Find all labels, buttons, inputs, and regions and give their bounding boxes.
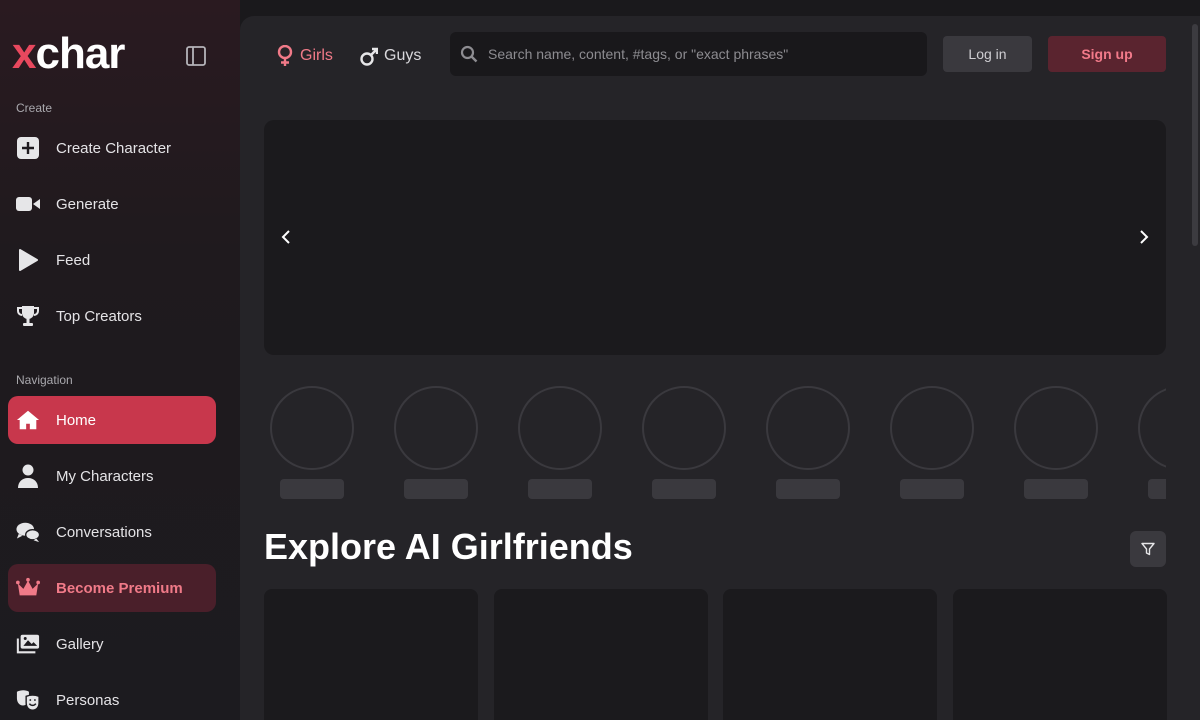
plus-square-icon [16, 136, 40, 160]
search-input[interactable] [488, 46, 908, 62]
crown-icon [16, 576, 40, 600]
login-button[interactable]: Log in [943, 36, 1032, 72]
sidebar-item-label: My Characters [56, 467, 154, 485]
chevron-left-icon [281, 230, 290, 244]
play-icon [16, 248, 40, 272]
sidebar-item-home[interactable]: Home [8, 396, 216, 444]
logo-x: x [12, 29, 37, 78]
images-icon [16, 632, 40, 656]
stories-row [264, 386, 1166, 506]
sidebar-item-label: Home [56, 411, 97, 429]
filter-button[interactable] [1130, 531, 1166, 567]
story-avatar-skeleton [394, 386, 478, 470]
story-name-skeleton [900, 479, 964, 499]
story-name-skeleton [528, 479, 592, 499]
trophy-icon [16, 304, 40, 328]
story-name-skeleton [1148, 479, 1166, 499]
story-avatar-skeleton [642, 386, 726, 470]
story-placeholder[interactable] [760, 386, 850, 499]
section-title: Explore AI Girlfriends [264, 526, 633, 567]
search-icon [460, 45, 478, 63]
story-name-skeleton [404, 479, 468, 499]
sidebar-item-label: Generate [56, 195, 119, 213]
theater-masks-icon [16, 688, 40, 712]
story-avatar-skeleton [890, 386, 974, 470]
story-name-skeleton [652, 479, 716, 499]
story-name-skeleton [280, 479, 344, 499]
brand-logo[interactable]: x char [12, 29, 125, 78]
user-icon [16, 464, 40, 488]
sidebar-item-generate[interactable]: Generate [8, 180, 216, 228]
carousel-prev-button[interactable] [276, 227, 296, 247]
story-placeholder[interactable] [512, 386, 602, 499]
search-bar [450, 32, 927, 76]
sidebar-item-label: Gallery [56, 635, 104, 653]
tab-label: Guys [384, 47, 422, 64]
tab-label: Girls [300, 47, 333, 64]
sidebar-item-become-premium[interactable]: Become Premium [8, 564, 216, 612]
carousel-next-button[interactable] [1134, 227, 1154, 247]
sidebar-item-label: Conversations [56, 523, 152, 541]
story-avatar-skeleton [1138, 386, 1166, 470]
video-camera-icon [16, 192, 40, 216]
home-icon [16, 408, 40, 432]
male-icon [360, 47, 378, 66]
sidebar-item-label: Personas [56, 691, 120, 709]
sidebar-item-feed[interactable]: Feed [8, 236, 216, 284]
tab-girls[interactable]: Girls [276, 44, 333, 68]
sidebar-item-gallery[interactable]: Gallery [8, 620, 216, 668]
story-placeholder[interactable] [264, 386, 354, 499]
story-avatar-skeleton [766, 386, 850, 470]
filter-icon [1141, 542, 1155, 556]
sidebar-item-label: Become Premium [56, 579, 183, 597]
character-card-skeleton[interactable] [494, 589, 708, 720]
sidebar-item-label: Feed [56, 251, 91, 269]
page-scrollbar-thumb[interactable] [1192, 24, 1198, 246]
character-card-skeleton[interactable] [264, 589, 478, 720]
chevron-right-icon [1140, 230, 1149, 244]
story-avatar-skeleton [270, 386, 354, 470]
story-name-skeleton [776, 479, 840, 499]
sidebar-toggle-icon [186, 46, 206, 66]
sidebar-item-personas[interactable]: Personas [8, 676, 216, 720]
story-avatar-skeleton [1014, 386, 1098, 470]
sidebar-item-label: Top Creators [56, 307, 142, 325]
main-panel: Girls Guys Log in Sign up Explore AI Gir… [240, 16, 1200, 720]
sidebar-item-create-character[interactable]: Create Character [8, 124, 216, 172]
character-card-skeleton[interactable] [953, 589, 1167, 720]
story-placeholder[interactable] [636, 386, 726, 499]
chat-bubbles-icon [16, 520, 40, 544]
sidebar-item-top-creators[interactable]: Top Creators [8, 292, 216, 340]
story-avatar-skeleton [518, 386, 602, 470]
story-placeholder[interactable] [884, 386, 974, 499]
story-name-skeleton [1024, 479, 1088, 499]
sidebar-item-label: Create Character [56, 139, 172, 157]
featured-carousel [264, 120, 1166, 355]
character-card-skeleton[interactable] [723, 589, 937, 720]
story-placeholder[interactable] [1132, 386, 1166, 499]
story-placeholder[interactable] [1008, 386, 1098, 499]
sidebar-collapse-button[interactable] [184, 44, 208, 68]
tab-guys[interactable]: Guys [360, 44, 421, 68]
female-icon [277, 45, 293, 66]
logo-text: char [35, 29, 125, 78]
sidebar: x char Create Create Character Generate F… [0, 0, 240, 720]
sidebar-item-my-characters[interactable]: My Characters [8, 452, 216, 500]
create-section-label: Create [16, 101, 53, 115]
signup-button[interactable]: Sign up [1048, 36, 1166, 72]
sidebar-item-conversations[interactable]: Conversations [8, 508, 216, 556]
navigation-section-label: Navigation [16, 373, 73, 387]
story-placeholder[interactable] [388, 386, 478, 499]
